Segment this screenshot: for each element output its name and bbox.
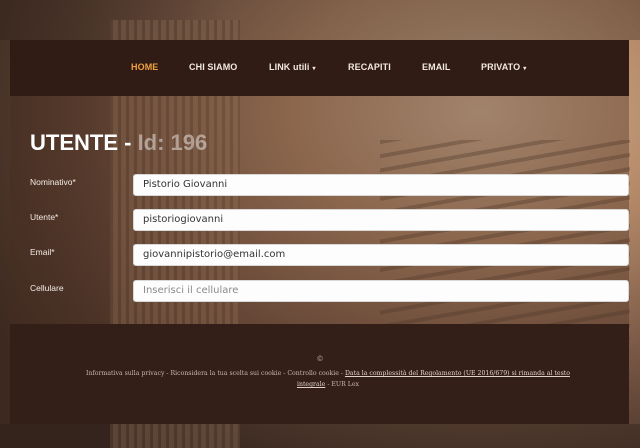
regulation-link[interactable]: Data la complessità del Regolamento (UE … (345, 370, 570, 377)
page-title: UTENTE - Id: 196 (30, 130, 207, 156)
nav-privato[interactable]: PRIVATO ▾ (481, 62, 526, 72)
nav-link-utili-label: LINK utili (269, 62, 310, 72)
nav-recapiti[interactable]: RECAPITI (348, 62, 391, 72)
reconsider-cookie-link[interactable]: Riconsidera la tua scelta sui cookie (170, 370, 281, 377)
page-title-id: Id: 196 (137, 130, 208, 155)
chevron-down-icon: ▾ (523, 66, 527, 72)
nav-email[interactable]: EMAIL (422, 62, 451, 72)
nominativo-field[interactable]: Pistorio Giovanni (133, 174, 629, 196)
integral-text-link[interactable]: integrale (297, 381, 325, 388)
privacy-link[interactable]: Informativa sulla privacy (86, 370, 164, 377)
email-field[interactable]: giovannipistorio@email.com (133, 244, 629, 266)
footer-links-line: Informativa sulla privacy - Riconsidera … (30, 370, 626, 377)
nominativo-label: Nominativo* (30, 177, 76, 187)
copyright: © (316, 355, 324, 363)
cellulare-label: Cellulare (30, 283, 64, 293)
eurlex-link[interactable]: EUR Lex (331, 381, 359, 388)
utente-label: Utente* (30, 212, 59, 222)
bottom-strip (0, 424, 640, 448)
nav-chi-siamo[interactable]: CHI SIAMO (189, 62, 237, 72)
nav-home[interactable]: HOME (131, 62, 158, 72)
nav-privato-label: PRIVATO (481, 62, 521, 72)
utente-field[interactable]: pistoriogiovanni (133, 209, 629, 231)
footer-links-line-2: integrale - EUR Lex (30, 381, 626, 388)
cookie-control-link[interactable]: Controllo cookie (287, 370, 339, 377)
nav-link-utili[interactable]: LINK utili ▾ (269, 62, 316, 72)
main-navbar: HOME CHI SIAMO LINK utili ▾ RECAPITI EMAI… (10, 40, 629, 96)
chevron-down-icon: ▾ (312, 66, 316, 72)
page-title-main: UTENTE - (30, 130, 138, 155)
cellulare-field[interactable]: Inserisci il cellulare (133, 280, 629, 302)
top-strip (0, 0, 640, 40)
email-label: Email* (30, 247, 55, 257)
